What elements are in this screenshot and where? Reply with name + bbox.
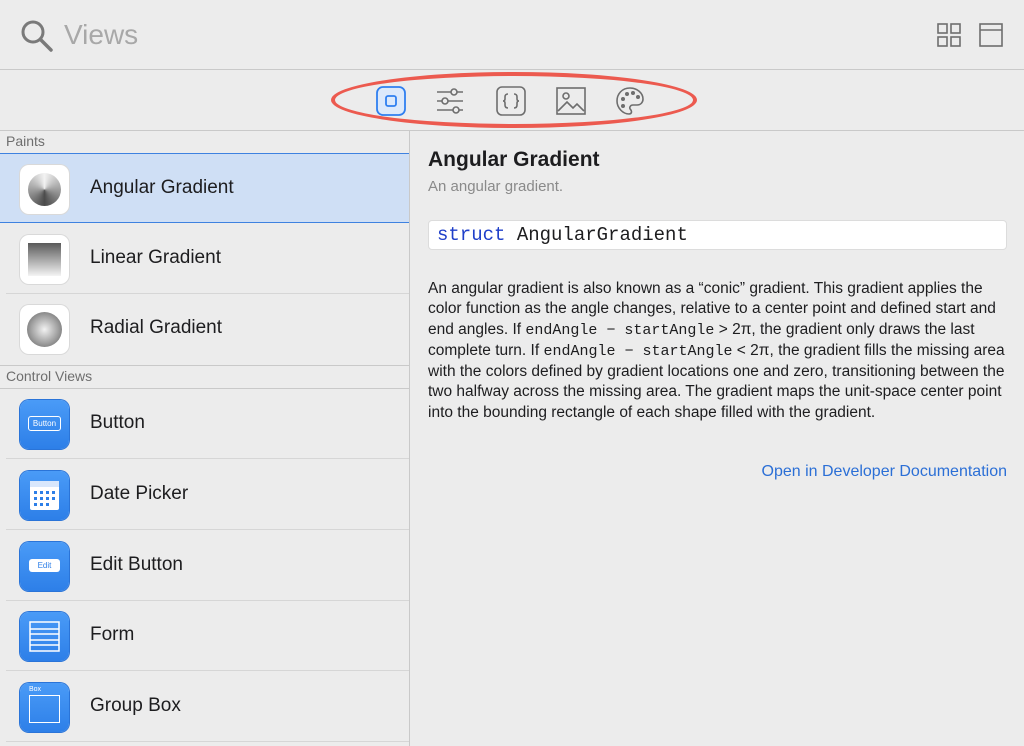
group-box-icon: Box: [20, 683, 69, 732]
declaration-name: AngularGradient: [516, 224, 688, 246]
date-picker-icon: [20, 471, 69, 520]
list-item-form[interactable]: Form: [0, 601, 409, 671]
tab-views-icon[interactable]: [375, 85, 407, 117]
list-item-group-box[interactable]: Box Group Box: [0, 672, 409, 742]
search-input[interactable]: [64, 14, 864, 56]
tab-media-icon[interactable]: [555, 85, 587, 117]
description-code: endAngle − startAngle: [525, 321, 715, 339]
form-icon: [20, 612, 69, 661]
list-item-radial-gradient[interactable]: Radial Gradient: [0, 294, 409, 364]
detail-description: An angular gradient is also known as a “…: [428, 279, 1010, 423]
library-window: Paints Angular Gradient Linear Gradient: [0, 0, 1024, 746]
edit-button-icon: Edit: [20, 542, 69, 591]
list-item-edit-button[interactable]: Edit Edit Button: [0, 531, 409, 601]
button-icon-text: Button: [28, 416, 61, 431]
section-header-paints: Paints: [0, 131, 409, 153]
list-item-linear-gradient[interactable]: Linear Gradient: [0, 224, 409, 294]
list-item-date-picker[interactable]: Date Picker: [0, 460, 409, 530]
list-item-angular-gradient[interactable]: Angular Gradient: [0, 153, 409, 223]
description-code: endAngle − startAngle: [543, 342, 733, 360]
list-item-label: Edit Button: [90, 554, 183, 575]
tab-snippets-icon[interactable]: [495, 85, 527, 117]
section-header-control-views: Control Views: [0, 365, 409, 389]
detail-title: Angular Gradient: [428, 148, 600, 171]
declaration-keyword: struct: [437, 224, 506, 246]
edit-button-icon-text: Edit: [29, 559, 60, 572]
list-item-label: Group Box: [90, 695, 181, 716]
detail-subtitle: An angular gradient.: [428, 178, 564, 195]
list-item-label: Button: [90, 412, 145, 433]
tab-modifiers-icon[interactable]: [434, 85, 466, 117]
list-item-label: Linear Gradient: [90, 247, 221, 268]
library-list: Paints Angular Gradient Linear Gradient: [0, 131, 410, 746]
list-item-label: Date Picker: [90, 483, 189, 504]
detail-pane: Angular Gradient An angular gradient. st…: [411, 131, 1024, 746]
radial-gradient-icon: [20, 305, 69, 354]
search-icon: [21, 20, 53, 52]
list-item-button[interactable]: Button Button: [0, 389, 409, 459]
library-tabs: [0, 71, 1024, 131]
declaration-box: struct AngularGradient: [428, 220, 1007, 250]
tab-colors-icon[interactable]: [614, 85, 646, 117]
button-icon: Button: [20, 400, 69, 449]
list-item-label: Radial Gradient: [90, 317, 223, 338]
list-item-label: Angular Gradient: [90, 177, 234, 198]
developer-documentation-link[interactable]: Open in Developer Documentation: [762, 463, 1007, 481]
linear-gradient-icon: [20, 235, 69, 284]
single-view-icon[interactable]: [976, 20, 1006, 50]
list-item-label: Form: [90, 624, 135, 645]
angular-gradient-icon: [20, 165, 69, 214]
search-bar: [0, 0, 1024, 70]
group-box-icon-text: Box: [29, 686, 42, 693]
grid-view-icon[interactable]: [934, 20, 964, 50]
